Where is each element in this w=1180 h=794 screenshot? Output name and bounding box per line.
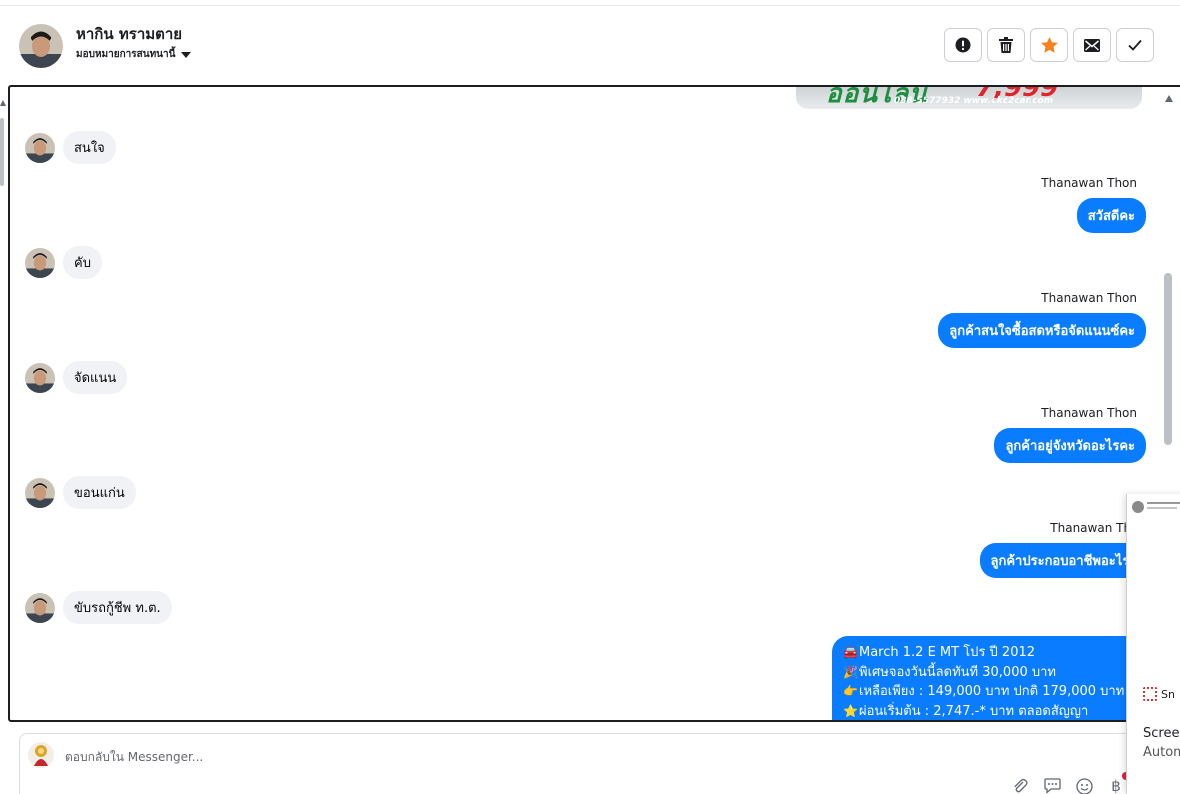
baht-icon: ฿ bbox=[1111, 777, 1121, 794]
scrollbar-thumb[interactable] bbox=[1164, 273, 1172, 445]
assign-label[interactable]: มอบหมายการสนทนานี้ bbox=[76, 47, 175, 62]
page-avatar bbox=[28, 742, 54, 768]
star-emoji-icon: ⭐ bbox=[843, 703, 858, 718]
message-bubble[interactable]: ขับรถกู้ชีพ ท.ต. bbox=[63, 591, 172, 624]
envelope-icon bbox=[1084, 38, 1100, 52]
pointing-hand-icon: 👉 bbox=[843, 684, 858, 699]
smiley-icon bbox=[1075, 777, 1093, 794]
promo-line-text: ผ่อนเริ่มต้น : 2,747.-* บาท ตลอดสัญญา bbox=[859, 703, 1089, 719]
sender-avatar[interactable] bbox=[25, 247, 55, 278]
snip-app-name: Sn bbox=[1161, 687, 1175, 701]
reply-input[interactable]: ตอบกลับใน Messenger... bbox=[65, 748, 203, 767]
outgoing-message-bubble[interactable]: ลูกค้าอยู่จังหวัดอะไรคะ bbox=[994, 428, 1146, 463]
composer-tools: ฿ bbox=[1011, 777, 1125, 794]
assign-conversation-dropdown[interactable]: มอบหมายการสนทนานี้ bbox=[76, 47, 192, 62]
message-bubble[interactable]: สนใจ bbox=[63, 131, 116, 164]
party-popper-icon: 🎉 bbox=[843, 664, 858, 679]
caret-down-icon[interactable] bbox=[181, 51, 192, 58]
star-button[interactable] bbox=[1030, 28, 1068, 62]
chat-bubble-icon bbox=[1043, 778, 1061, 794]
delete-button[interactable] bbox=[987, 28, 1025, 62]
incoming-message: สนใจ bbox=[25, 131, 116, 164]
exclamation-circle-icon bbox=[955, 37, 971, 53]
left-scroll-arrow-icon[interactable] bbox=[0, 100, 6, 106]
car-icon: 🚘 bbox=[843, 645, 858, 660]
emoji-button[interactable] bbox=[1075, 777, 1093, 794]
paperclip-icon bbox=[1014, 778, 1028, 793]
mark-unread-button[interactable] bbox=[1073, 28, 1111, 62]
outgoing-message-bubble[interactable]: สวัสดีคะ bbox=[1076, 198, 1146, 233]
sender-name: Thanawan Thon bbox=[1041, 291, 1137, 305]
scissors-icon bbox=[1143, 687, 1157, 701]
attach-button[interactable] bbox=[1011, 777, 1029, 794]
mark-done-button[interactable] bbox=[1116, 28, 1154, 62]
conversation-actions bbox=[944, 28, 1154, 62]
promo-line-text: เหลือเพียง : 149,000 บาท ปกติ 179,000 บา… bbox=[859, 684, 1125, 699]
sender-name: Thanawan Thon bbox=[1041, 406, 1137, 420]
thumbnail-avatar bbox=[1132, 501, 1144, 513]
payment-button[interactable]: ฿ bbox=[1107, 777, 1125, 794]
snipping-tool-notification[interactable]: Sn Screen Autom bbox=[1126, 494, 1180, 794]
incoming-message: คับ bbox=[25, 246, 102, 279]
promo-image-contact: 088-5577932 www.ckc2car.com bbox=[894, 96, 1054, 106]
promo-line-text: March 1.2 E MT โปร ปี 2012 bbox=[859, 645, 1036, 660]
sender-avatar[interactable] bbox=[25, 592, 55, 623]
message-bubble[interactable]: คับ bbox=[63, 246, 102, 279]
contact-name: หากิน ทรามตาย bbox=[76, 25, 183, 43]
messenger-inbox: หากิน ทรามตาย มอบหมายการสนทนานี้ ออนไลน์… bbox=[0, 0, 1180, 794]
star-icon bbox=[1040, 37, 1058, 53]
promo-image[interactable]: ออนไลน์ 7,999 088-5577932 www.ckc2car.co… bbox=[796, 87, 1142, 109]
outgoing-message-bubble[interactable]: ลูกค้าสนใจซื้อสดหรือจัดแนนซ์คะ bbox=[938, 313, 1146, 348]
sender-avatar[interactable] bbox=[25, 132, 55, 163]
snipping-tool-label: Sn bbox=[1143, 687, 1175, 701]
conversation-header: หากิน ทรามตาย มอบหมายการสนทนานี้ bbox=[0, 6, 1180, 84]
trash-icon bbox=[999, 37, 1013, 53]
promo-line-text: พิเศษจองวันนี้ลดทันที 30,000 บาท bbox=[859, 664, 1056, 680]
thumbnail-line bbox=[1147, 502, 1180, 504]
message-bubble[interactable]: ขอนแก่น bbox=[63, 476, 136, 509]
incoming-message: ขอนแก่น bbox=[25, 476, 136, 509]
check-icon bbox=[1128, 39, 1142, 51]
message-thread[interactable]: ออนไลน์ 7,999 088-5577932 www.ckc2car.co… bbox=[8, 85, 1180, 722]
saved-replies-button[interactable] bbox=[1043, 777, 1061, 794]
scroll-up-arrow-icon[interactable] bbox=[1165, 95, 1173, 102]
incoming-message: จัดแนน bbox=[25, 361, 128, 394]
contact-avatar[interactable] bbox=[19, 24, 63, 68]
reply-composer[interactable]: ตอบกลับใน Messenger... ฿ bbox=[19, 733, 1149, 794]
left-scroll-thumb[interactable] bbox=[0, 118, 4, 186]
incoming-message: ขับรถกู้ชีพ ท.ต. bbox=[25, 591, 172, 624]
report-button[interactable] bbox=[944, 28, 982, 62]
notification-title: Screen bbox=[1143, 726, 1180, 741]
left-scroll-strip[interactable] bbox=[0, 0, 6, 794]
sender-avatar[interactable] bbox=[25, 477, 55, 508]
thumbnail-line bbox=[1147, 507, 1177, 509]
notification-subtitle: Autom bbox=[1143, 745, 1180, 760]
sender-avatar[interactable] bbox=[25, 362, 55, 393]
sender-name: Thanawan Thon bbox=[1041, 176, 1137, 190]
message-bubble[interactable]: จัดแนน bbox=[63, 361, 128, 394]
